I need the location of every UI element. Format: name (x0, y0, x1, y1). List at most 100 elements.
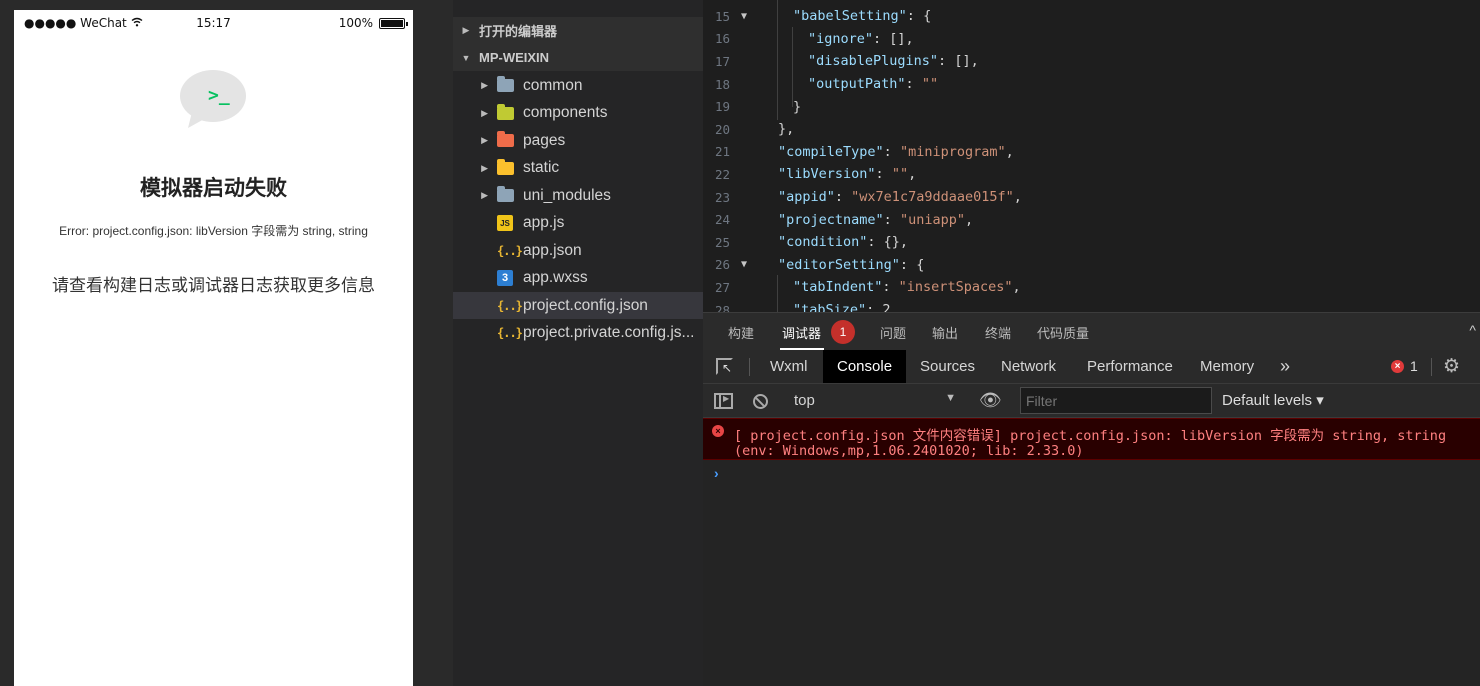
code-line[interactable]: 22 "libVersion": "", (703, 163, 1480, 186)
tree-item-label: project.private.config.js... (523, 324, 695, 341)
token-key: "editorSetting" (778, 256, 900, 273)
sidebar-toggle-icon[interactable] (714, 393, 733, 409)
tree-item-common[interactable]: ▶ common (453, 72, 703, 99)
token-tail: , (1013, 189, 1022, 206)
token-tail: { (923, 8, 932, 25)
tree-item-app-wxss[interactable]: 3 app.wxss (453, 265, 703, 292)
token-key: "appid" (778, 189, 835, 206)
token-val: "insertSpaces" (898, 279, 1013, 296)
line-number: 25 (714, 234, 730, 250)
tab-code-quality[interactable]: 代码质量 (1037, 323, 1089, 342)
tree-item-components[interactable]: ▶ components (453, 100, 703, 127)
code-line[interactable]: 28 "tabSize": 2 (703, 299, 1480, 312)
token-tail: } (793, 98, 802, 115)
token-sep: : (867, 234, 884, 251)
tab-wxml[interactable]: Wxml (770, 350, 808, 383)
chevron-up-icon[interactable]: ^ (1469, 322, 1476, 338)
token-sep: : (875, 166, 892, 183)
css-file-icon: 3 (497, 270, 513, 286)
code-line[interactable]: 26 ▼ "editorSetting": { (703, 254, 1480, 277)
tree-item-static[interactable]: ▶ static (453, 155, 703, 182)
panel-tab-bar: 构建 调试器 1 问题 输出 终端 代码质量 ^ (703, 312, 1480, 350)
token-key: "projectname" (778, 211, 884, 228)
fold-chevron-icon[interactable]: ▼ (730, 259, 758, 270)
code-line[interactable]: 18 "outputPath": "" (703, 73, 1480, 96)
tree-item-app-js[interactable]: JS app.js (453, 210, 703, 237)
tree-item-label: app.js (523, 214, 565, 231)
project-section[interactable]: ▼ MP-WEIXIN (453, 44, 703, 71)
line-number: 17 (714, 53, 730, 69)
tree-item-pages[interactable]: ▶ pages (453, 127, 703, 154)
tree-item-project-private-config[interactable]: {..} project.private.config.js... (453, 320, 703, 347)
tab-build[interactable]: 构建 (728, 323, 754, 342)
token-sep: : (882, 279, 899, 296)
tab-debugger[interactable]: 调试器 (782, 323, 821, 342)
json-file-icon: {..} (497, 298, 523, 313)
more-tabs-icon[interactable]: » (1280, 350, 1290, 383)
code-line[interactable]: 17 "disablePlugins": [], (703, 50, 1480, 73)
code-text: "ignore": [], (758, 31, 914, 47)
filter-input[interactable] (1020, 387, 1212, 414)
code-line[interactable]: 20}, (703, 118, 1480, 141)
token-sep: : (906, 8, 924, 25)
token-tail: [], (954, 53, 979, 70)
code-editor[interactable]: 15 ▼ "babelSetting": {16 "ignore": [], 17 "di… (703, 0, 1480, 312)
clear-console-icon[interactable] (753, 394, 768, 409)
error-message-env: (env: Windows,mp,1.06.2401020; lib: 2.33… (734, 443, 1084, 459)
log-levels-dropdown[interactable]: Default levels ▾ (1222, 391, 1324, 409)
simulator-panel: ●●●●● WeChat 15:17 100% >_ 模拟器启动失败 Error… (0, 0, 453, 686)
tree-item-uni-modules[interactable]: ▶ uni_modules (453, 182, 703, 209)
simulator-error-title: 模拟器启动失败 (140, 177, 287, 200)
code-line[interactable]: 15 ▼ "babelSetting": { (703, 5, 1480, 28)
code-line[interactable]: 19} (703, 95, 1480, 118)
code-text: "appid": "wx7e1c7a9ddaae015f", (758, 189, 1022, 205)
tree-item-app-json[interactable]: {..} app.json (453, 237, 703, 264)
code-line[interactable]: 23 "appid": "wx7e1c7a9ddaae015f", (703, 186, 1480, 209)
chevron-right-icon: ▶ (481, 190, 488, 200)
folder-icon (497, 76, 514, 92)
token-key: "disablePlugins" (808, 53, 939, 70)
line-number: 27 (714, 279, 730, 295)
tab-sources[interactable]: Sources (920, 350, 975, 383)
token-tail: {}, (883, 234, 909, 251)
token-sep: : (834, 189, 852, 206)
battery-fill (381, 19, 403, 27)
code-line[interactable]: 16 "ignore": [], (703, 28, 1480, 51)
code-line[interactable]: 21 "compileType": "miniprogram", (703, 141, 1480, 164)
inspect-element-icon[interactable] (716, 358, 733, 375)
open-editors-section[interactable]: ▶ 打开的编辑器 (453, 17, 703, 44)
tab-memory[interactable]: Memory (1200, 350, 1254, 383)
tree-item-project-config[interactable]: {..} project.config.json (453, 292, 703, 319)
code-line[interactable]: 24 "projectname": "uniapp", (703, 208, 1480, 231)
json-file-icon: {..} (497, 326, 523, 340)
token-key: "tabSize" (793, 302, 867, 312)
gear-icon[interactable]: ⚙ (1443, 355, 1460, 378)
line-number: 18 (714, 76, 730, 92)
code-line[interactable]: 27 "tabIndent": "insertSpaces", (703, 276, 1480, 299)
tab-performance[interactable]: Performance (1087, 350, 1173, 383)
code-text: "babelSetting": { (758, 8, 931, 24)
tree-item-label: app.json (523, 241, 582, 259)
token-key: "condition" (778, 234, 868, 251)
code-line[interactable]: 25 "condition": {}, (703, 231, 1480, 254)
tab-problems[interactable]: 问题 (880, 323, 906, 342)
console-error-message[interactable]: × [ project.config.json 文件内容错误] project.… (703, 418, 1480, 460)
context-select[interactable]: top ▼ (784, 384, 960, 417)
chevron-right-icon: ▶ (481, 135, 488, 145)
code-text: "tabSize": 2 (758, 302, 891, 312)
code-text: "tabIndent": "insertSpaces", (758, 279, 1021, 295)
fold-chevron-icon[interactable]: ▼ (730, 11, 758, 22)
error-counter[interactable]: × 1 (1391, 358, 1418, 374)
line-number: 21 (714, 144, 730, 160)
phone-status-bar: ●●●●● WeChat 15:17 100% (14, 10, 413, 36)
code-text: "outputPath": "" (758, 76, 938, 92)
eye-icon[interactable]: 👁 (979, 390, 1002, 411)
tab-console[interactable]: Console (823, 350, 907, 383)
tab-output[interactable]: 输出 (932, 323, 958, 342)
token-val: "miniprogram" (899, 143, 1006, 160)
console-prompt-icon[interactable]: › (714, 465, 719, 481)
tab-terminal[interactable]: 终端 (985, 323, 1011, 342)
line-number: 26 (714, 257, 730, 273)
tab-network[interactable]: Network (1001, 350, 1056, 383)
token-key: "ignore" (808, 30, 874, 47)
